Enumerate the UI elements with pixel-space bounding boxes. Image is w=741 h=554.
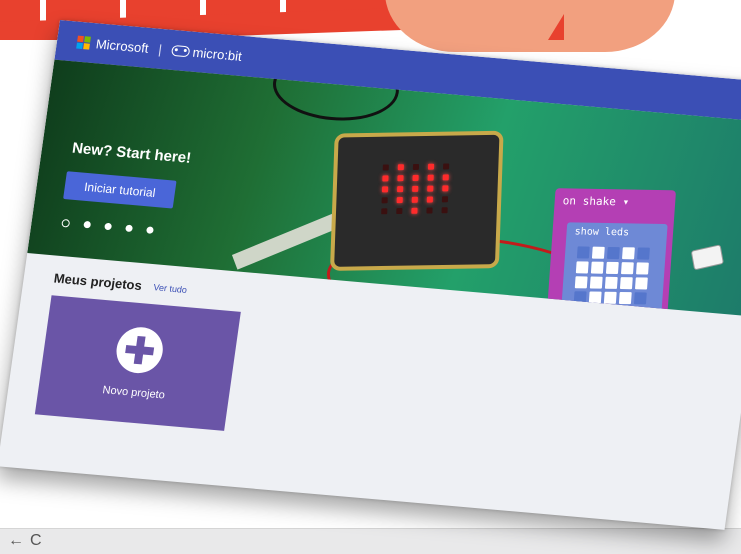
- board-led: [412, 163, 420, 171]
- led-editor-cell: [602, 306, 616, 317]
- led-editor-cell: [603, 291, 617, 304]
- board-led: [442, 185, 449, 192]
- carousel-dot[interactable]: [83, 220, 92, 229]
- usb-plug-decoration: [690, 244, 724, 271]
- led-editor-cell: [591, 246, 605, 259]
- board-led: [396, 186, 404, 193]
- board-led: [397, 175, 404, 182]
- show-leds-block: show leds: [560, 222, 668, 317]
- led-editor-cell: [622, 247, 635, 260]
- led-editor-cell: [604, 276, 618, 289]
- board-led: [427, 163, 435, 170]
- led-editor-cell: [606, 246, 620, 260]
- board-led: [441, 207, 448, 214]
- back-arrow-icon[interactable]: ←: [8, 532, 24, 550]
- reload-icon[interactable]: C: [30, 532, 42, 550]
- new-project-card[interactable]: Novo projeto: [34, 295, 241, 431]
- microbit-brand[interactable]: micro:bit: [192, 44, 243, 63]
- brand-separator: |: [157, 41, 163, 57]
- board-led: [381, 186, 389, 193]
- board-led: [381, 208, 388, 215]
- hero-title: New? Start here!: [71, 139, 193, 167]
- microbit-board-image: [329, 130, 504, 271]
- led-editor-cell: [588, 291, 602, 304]
- led-editor-cell: [617, 306, 631, 317]
- led-editor-grid: [572, 246, 650, 317]
- board-led: [427, 174, 434, 181]
- new-project-label: Novo projeto: [101, 384, 166, 402]
- carousel-dot[interactable]: [104, 222, 113, 231]
- microsoft-logo-icon: [76, 35, 91, 50]
- led-editor-cell: [634, 277, 648, 290]
- led-editor-cell: [575, 261, 589, 274]
- board-led: [396, 207, 403, 215]
- board-led: [381, 197, 388, 204]
- led-editor-cell: [636, 262, 649, 275]
- microsoft-brand[interactable]: Microsoft: [95, 36, 150, 55]
- carousel-dot[interactable]: [61, 218, 71, 228]
- led-editor-cell: [587, 306, 601, 317]
- my-projects-heading: Meus projetos: [52, 270, 143, 294]
- board-led: [411, 196, 418, 203]
- microbit-logo-icon: [171, 44, 191, 57]
- led-editor-cell: [590, 261, 604, 274]
- board-led: [382, 175, 389, 182]
- board-led: [441, 196, 449, 203]
- carousel-dots: [61, 218, 154, 235]
- led-editor-cell: [576, 246, 590, 259]
- board-led: [442, 174, 449, 181]
- led-editor-cell: [605, 261, 619, 275]
- led-editor-cell: [618, 291, 632, 305]
- board-led: [426, 196, 434, 203]
- board-led: [396, 197, 403, 204]
- board-led: [411, 207, 418, 214]
- salmon-decorative-shape: [385, 0, 675, 52]
- led-editor-cell: [573, 291, 587, 304]
- carousel-dot[interactable]: [125, 224, 134, 233]
- board-led: [412, 185, 419, 192]
- carousel-dot[interactable]: [145, 226, 154, 234]
- led-editor-cell: [572, 306, 586, 317]
- led-editor-cell: [632, 307, 646, 317]
- led-editor-cell: [620, 262, 634, 275]
- board-led: [397, 164, 404, 171]
- led-editor-cell: [619, 277, 633, 290]
- show-leds-label: show leds: [574, 226, 630, 239]
- red-corner-shape: [548, 14, 564, 40]
- browser-toolbar-strip: ← C: [0, 528, 741, 554]
- code-block-on-shake: on shake ▾ show leds: [545, 188, 677, 317]
- event-block-label: on shake ▾: [562, 194, 630, 209]
- start-tutorial-button[interactable]: Iniciar tutorial: [63, 171, 177, 209]
- led-editor-cell: [589, 276, 603, 289]
- see-all-link[interactable]: Ver tudo: [153, 282, 188, 295]
- board-led: [442, 163, 450, 170]
- board-led: [427, 185, 434, 192]
- board-led: [412, 174, 419, 181]
- board-led: [426, 207, 433, 214]
- led-editor-cell: [637, 247, 650, 260]
- plus-icon: [113, 325, 166, 376]
- led-editor-cell: [574, 276, 588, 289]
- led-editor-cell: [633, 292, 647, 305]
- board-led: [382, 164, 389, 171]
- makecode-screenshot: Microsoft | micro:bit on shake ▾ show le…: [0, 20, 741, 530]
- board-led-grid: [381, 163, 453, 215]
